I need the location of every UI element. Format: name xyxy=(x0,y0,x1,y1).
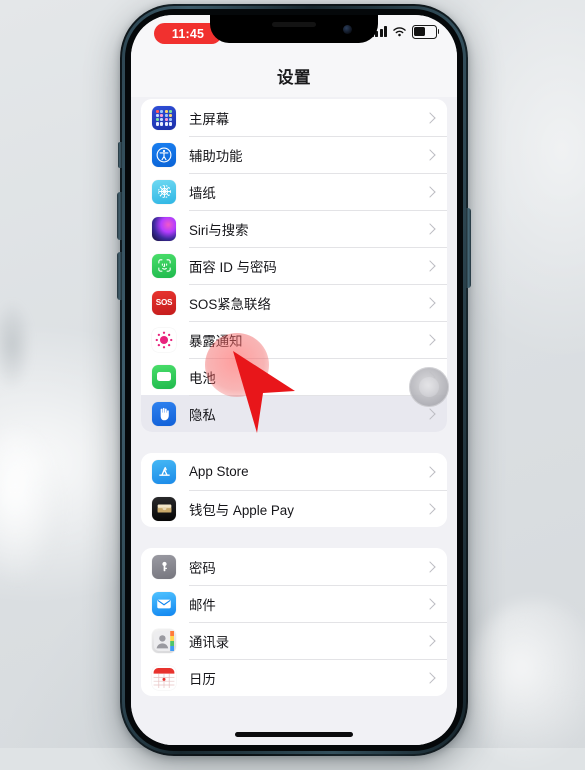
background-shadow-blob xyxy=(0,300,32,390)
wallpaper-icon xyxy=(152,179,176,204)
battery-settings-icon xyxy=(152,364,176,389)
app-store-icon xyxy=(152,459,176,484)
settings-row-label: SOS紧急联络 xyxy=(189,296,271,312)
home-indicator[interactable] xyxy=(235,732,353,737)
settings-row-emergency-sos[interactable]: SOS SOS紧急联络 xyxy=(141,284,447,321)
chevron-right-icon xyxy=(424,502,436,515)
chevron-right-icon xyxy=(424,465,436,478)
privacy-icon xyxy=(152,401,176,426)
row-divider xyxy=(189,247,447,248)
face-id-icon xyxy=(152,253,176,278)
settings-row-wallpaper[interactable]: 墙纸 xyxy=(141,173,447,210)
settings-row-mail[interactable]: 邮件 xyxy=(141,585,447,622)
settings-row-label: Siri与搜索 xyxy=(189,222,249,238)
row-divider xyxy=(189,321,447,322)
row-divider xyxy=(189,136,447,137)
row-divider xyxy=(189,622,447,623)
settings-row-wallet[interactable]: 钱包与 Apple Pay xyxy=(141,490,447,527)
settings-row-siri[interactable]: Siri与搜索 xyxy=(141,210,447,247)
chevron-right-icon xyxy=(424,560,436,573)
exposure-notification-icon xyxy=(152,327,176,352)
calendar-icon xyxy=(152,665,176,690)
row-divider xyxy=(189,659,447,660)
settings-row-label: 面容 ID 与密码 xyxy=(189,259,277,275)
settings-row-label: 辅助功能 xyxy=(189,148,243,164)
settings-row-label: 钱包与 Apple Pay xyxy=(189,502,294,518)
earpiece-speaker xyxy=(272,22,316,27)
chevron-right-icon xyxy=(424,185,436,198)
phone-screen: 11:45 设置 主屏幕 辅助功能 墙纸 Siri与搜索 面容 ID 与密码 S… xyxy=(131,15,457,745)
settings-row-label: 日历 xyxy=(189,671,216,687)
row-divider xyxy=(189,210,447,211)
settings-group-store: App Store 钱包与 Apple Pay xyxy=(141,453,447,527)
settings-row-label: 墙纸 xyxy=(189,185,216,201)
chevron-right-icon xyxy=(424,634,436,647)
page-title: 设置 xyxy=(277,69,311,87)
chevron-right-icon xyxy=(424,671,436,684)
siri-icon xyxy=(152,216,176,241)
settings-row-app-store[interactable]: App Store xyxy=(141,453,447,490)
background-highlight-blob-right xyxy=(465,600,585,770)
row-divider xyxy=(189,585,447,586)
chevron-right-icon xyxy=(424,296,436,309)
chevron-right-icon xyxy=(424,148,436,161)
background-highlight-blob xyxy=(0,430,60,580)
volume-up-button[interactable] xyxy=(117,192,122,240)
chevron-right-icon xyxy=(424,597,436,610)
home-screen-icon xyxy=(152,105,176,130)
settings-row-label: 邮件 xyxy=(189,597,216,613)
iphone-frame: 11:45 设置 主屏幕 辅助功能 墙纸 Siri与搜索 面容 ID 与密码 S… xyxy=(117,4,471,756)
settings-row-label: 主屏幕 xyxy=(189,111,230,127)
settings-row-home-screen[interactable]: 主屏幕 xyxy=(141,99,447,136)
notch xyxy=(210,15,378,43)
status-indicators xyxy=(371,25,440,39)
settings-row-label: 密码 xyxy=(189,560,216,576)
contacts-icon xyxy=(152,628,176,653)
chevron-right-icon xyxy=(424,222,436,235)
settings-row-contacts[interactable]: 通讯录 xyxy=(141,622,447,659)
chevron-right-icon xyxy=(424,407,436,420)
wifi-icon xyxy=(393,26,406,37)
settings-row-accessibility[interactable]: 辅助功能 xyxy=(141,136,447,173)
chevron-right-icon xyxy=(424,111,436,124)
chevron-right-icon xyxy=(424,259,436,272)
volume-down-button[interactable] xyxy=(117,252,122,300)
wallet-icon xyxy=(152,496,176,521)
passwords-icon xyxy=(152,554,176,579)
power-button[interactable] xyxy=(466,208,471,288)
settings-row-calendar[interactable]: 日历 xyxy=(141,659,447,696)
chevron-right-icon xyxy=(424,333,436,346)
settings-row-face-id[interactable]: 面容 ID 与密码 xyxy=(141,247,447,284)
settings-row-label: 通讯录 xyxy=(189,634,230,650)
settings-row-label: App Store xyxy=(189,464,249,479)
assistive-touch-button[interactable] xyxy=(409,367,449,407)
sos-icon: SOS xyxy=(152,290,176,315)
mouse-cursor-pointer xyxy=(233,351,295,433)
front-camera-icon xyxy=(343,25,352,34)
row-divider xyxy=(189,284,447,285)
status-time: 11:45 xyxy=(171,26,205,41)
row-divider xyxy=(189,490,447,491)
settings-group-apps: 密码 邮件 通讯录 日历 xyxy=(141,548,447,696)
settings-row-passwords[interactable]: 密码 xyxy=(141,548,447,585)
navigation-bar: 设置 xyxy=(131,55,457,97)
mute-switch[interactable] xyxy=(118,142,122,168)
accessibility-icon xyxy=(152,142,176,167)
battery-icon xyxy=(412,25,440,39)
mail-icon xyxy=(152,591,176,616)
settings-row-label: 隐私 xyxy=(189,407,216,423)
row-divider xyxy=(189,173,447,174)
